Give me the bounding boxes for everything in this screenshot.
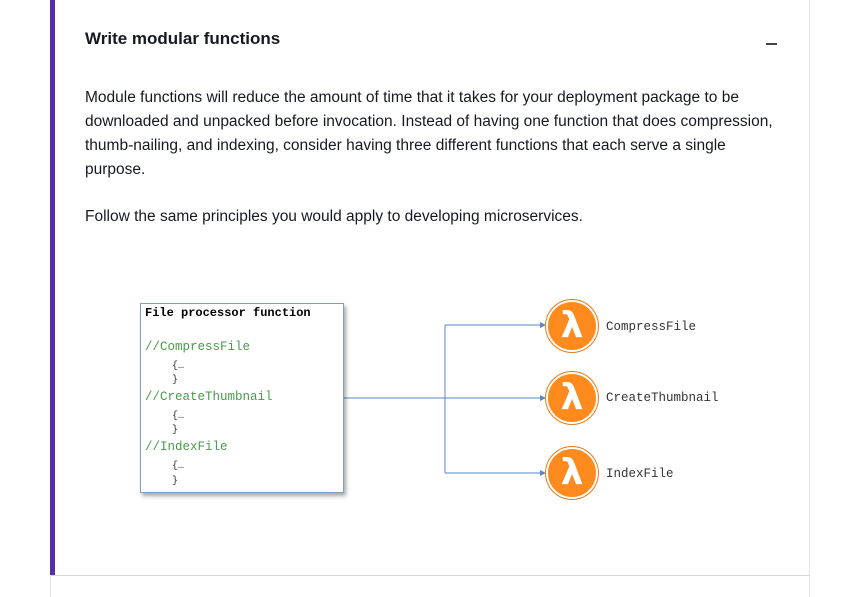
- code-comment-compressfile: //CompressFile: [145, 340, 251, 354]
- lambda-icon: λ: [546, 372, 598, 424]
- code-close-brace: }: [172, 476, 179, 487]
- function-label-indexfile: IndexFile: [606, 467, 674, 481]
- lambda-icon: λ: [546, 300, 598, 352]
- code-comment-createthumbnail: //CreateThumbnail: [145, 390, 273, 404]
- file-processor-title: File processor function: [145, 306, 311, 320]
- function-label-createthumbnail: CreateThumbnail: [606, 391, 719, 405]
- function-label-compressfile: CompressFile: [606, 320, 697, 334]
- code-comment-indexfile: //IndexFile: [145, 440, 228, 454]
- code-open-brace: {…: [172, 461, 185, 472]
- connector-lines: [344, 322, 546, 476]
- code-close-brace: }: [172, 375, 179, 386]
- lambda-icon: λ: [546, 447, 598, 499]
- code-open-brace: {…: [172, 411, 185, 422]
- code-open-brace: {…: [172, 361, 185, 372]
- code-close-brace: }: [172, 425, 179, 436]
